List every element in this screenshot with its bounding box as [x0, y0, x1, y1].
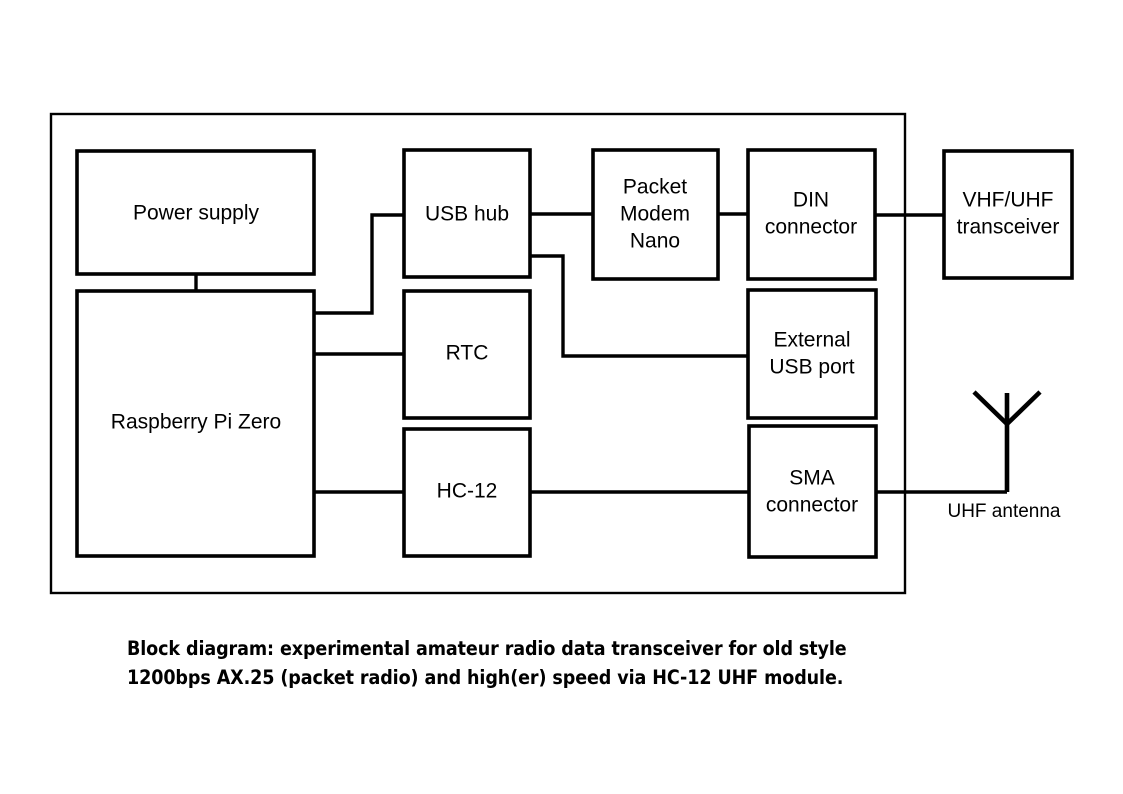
- antenna-arm-left: [972, 390, 1009, 426]
- block-din-connector-rect[interactable]: [746, 148, 877, 281]
- block-vhf-uhf-transceiver[interactable]: VHF/UHF transceiver: [942, 149, 1074, 280]
- block-packet-modem-nano[interactable]: Packet Modem Nano: [591, 148, 720, 281]
- block-diagram-canvas: Power supply Raspberry Pi Zero USB hub R…: [0, 0, 1123, 794]
- block-din-connector-label-line2: connector: [765, 216, 857, 239]
- block-rtc-label: RTC: [446, 342, 489, 365]
- antenna-arm-right: [1005, 390, 1042, 426]
- block-raspberry-pi-zero-label: Raspberry Pi Zero: [111, 411, 281, 434]
- block-usb-hub[interactable]: USB hub: [402, 148, 532, 279]
- block-vhf-uhf-transceiver-label-line1: VHF/UHF: [963, 189, 1054, 212]
- block-external-usb-port-rect[interactable]: [746, 288, 878, 420]
- block-vhf-uhf-transceiver-label-line2: transceiver: [957, 216, 1060, 239]
- block-hc12-label: HC-12: [437, 480, 498, 503]
- uhf-antenna-label: UHF antenna: [947, 501, 1060, 522]
- block-din-connector-label-line1: DIN: [793, 189, 829, 212]
- block-rtc[interactable]: RTC: [402, 289, 532, 420]
- block-power-supply[interactable]: Power supply: [75, 149, 316, 276]
- block-din-connector[interactable]: DIN connector: [746, 148, 877, 281]
- block-external-usb-port-label-line2: USB port: [769, 356, 854, 379]
- block-usb-hub-label: USB hub: [425, 203, 509, 226]
- block-sma-connector-label-line2: connector: [766, 494, 858, 517]
- block-power-supply-label: Power supply: [133, 202, 260, 225]
- diagram-caption: Block diagram: experimental amateur radi…: [127, 637, 847, 689]
- block-sma-connector-label-line1: SMA: [789, 467, 835, 490]
- block-packet-modem-nano-label-line3: Nano: [630, 230, 680, 253]
- block-vhf-uhf-transceiver-rect[interactable]: [942, 149, 1074, 280]
- block-packet-modem-nano-label-line1: Packet: [623, 176, 687, 199]
- block-sma-connector[interactable]: SMA connector: [747, 424, 878, 559]
- block-hc12[interactable]: HC-12: [402, 427, 532, 558]
- block-raspberry-pi-zero[interactable]: Raspberry Pi Zero: [75, 289, 316, 558]
- uhf-antenna-symbol: [972, 390, 1042, 492]
- block-packet-modem-nano-label-line2: Modem: [620, 203, 690, 226]
- block-external-usb-port-label-line1: External: [773, 329, 850, 352]
- block-external-usb-port[interactable]: External USB port: [746, 288, 878, 420]
- block-sma-connector-rect[interactable]: [747, 424, 878, 559]
